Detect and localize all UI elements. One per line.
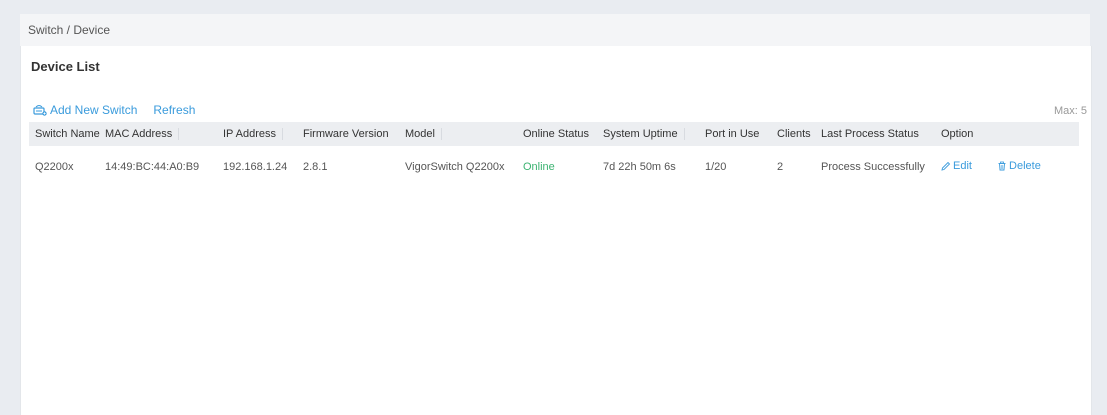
column-header-option: Option: [941, 128, 974, 140]
column-header-online-status[interactable]: Online Status: [517, 128, 597, 140]
cell-last-process-status: Process Successfully: [821, 161, 925, 173]
column-header-last-process-status[interactable]: Last Process Status: [815, 128, 935, 140]
device-table: Switch Name MAC Address IP Address Firmw…: [29, 122, 1079, 188]
edit-button[interactable]: Edit: [941, 160, 972, 172]
device-list-panel: Device List Add New Switch Refresh Max: …: [20, 46, 1092, 415]
cell-clients: 2: [777, 161, 784, 173]
max-count-label: Max: 5: [1053, 105, 1087, 117]
column-header-system-uptime[interactable]: System Uptime: [597, 128, 699, 141]
cell-option: Edit Delete: [935, 160, 1079, 174]
column-header-port-in-use[interactable]: Port in Use: [699, 128, 771, 140]
breadcrumb-bar: Switch / Device: [20, 14, 1090, 47]
panel-title: Device List: [31, 59, 100, 74]
column-header-ip-address[interactable]: IP Address: [217, 128, 297, 141]
column-header-model[interactable]: Model: [399, 128, 517, 141]
column-header-mac-address[interactable]: MAC Address: [99, 128, 217, 141]
cell-port-in-use: 1/20: [705, 161, 727, 173]
trash-icon: [998, 161, 1006, 171]
edit-icon: [941, 161, 951, 171]
table-header-row: Switch Name MAC Address IP Address Firmw…: [29, 122, 1079, 146]
refresh-button[interactable]: Refresh: [153, 103, 195, 117]
breadcrumb: Switch / Device: [28, 23, 111, 37]
edit-label: Edit: [953, 160, 972, 172]
delete-button[interactable]: Delete: [997, 160, 1041, 172]
table-row[interactable]: Q2200x 14:49:BC:44:A0:B9 192.168.1.24 2.…: [29, 146, 1079, 188]
cell-firmware-version: 2.8.1: [303, 161, 328, 173]
add-switch-icon: [33, 104, 50, 116]
cell-online-status: Online: [523, 161, 555, 173]
cell-ip-address: 192.168.1.24: [223, 161, 288, 173]
delete-label: Delete: [1009, 160, 1041, 172]
column-header-firmware-version[interactable]: Firmware Version: [297, 128, 399, 140]
cell-system-uptime: 7d 22h 50m 6s: [603, 161, 676, 173]
column-header-clients[interactable]: Clients: [771, 128, 815, 140]
cell-model: VigorSwitch Q2200x: [405, 161, 505, 173]
column-header-switch-name[interactable]: Switch Name: [29, 128, 100, 140]
add-new-switch-label: Add New Switch: [50, 103, 138, 117]
toolbar: Add New Switch Refresh: [33, 102, 195, 118]
add-new-switch-button[interactable]: Add New Switch: [33, 103, 137, 117]
cell-mac-address: 14:49:BC:44:A0:B9: [105, 161, 200, 173]
cell-switch-name: Q2200x: [35, 161, 74, 173]
